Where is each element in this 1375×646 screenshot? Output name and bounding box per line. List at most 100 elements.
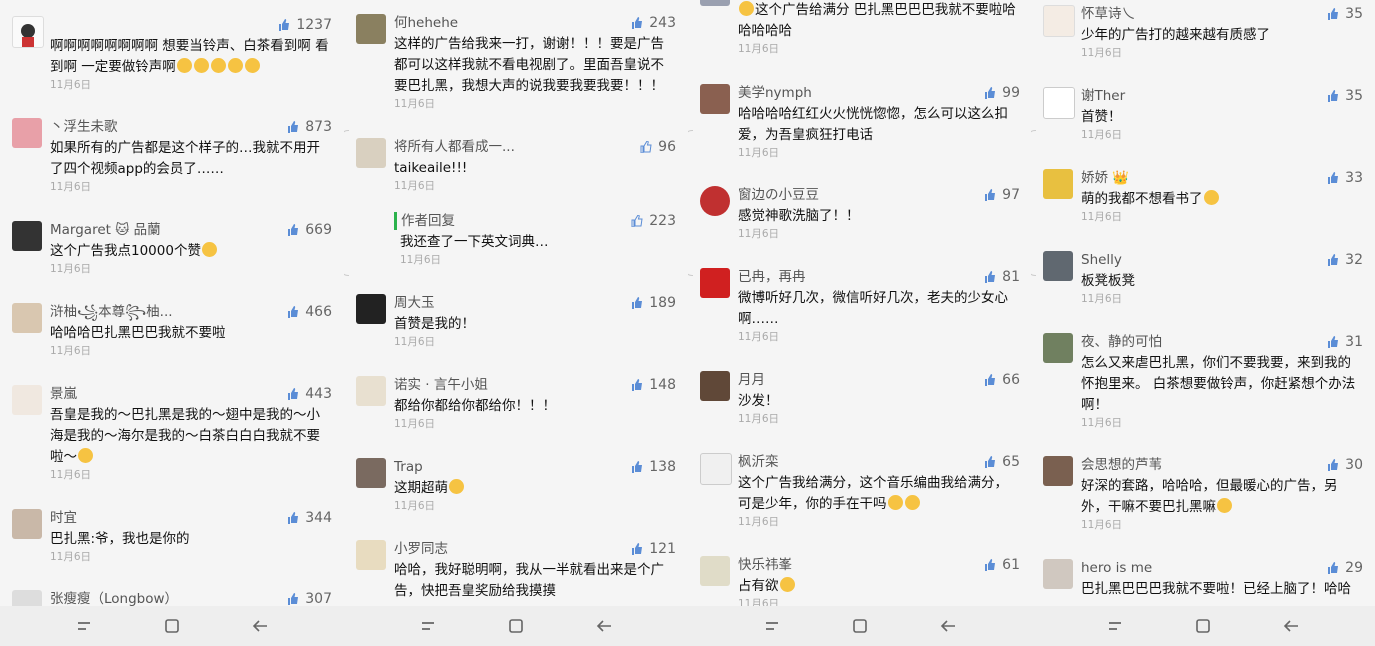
- avatar[interactable]: [356, 14, 386, 44]
- like-count: 99: [1002, 85, 1020, 101]
- avatar[interactable]: [700, 371, 730, 401]
- avatar[interactable]: [1043, 456, 1073, 486]
- like-button[interactable]: 243: [631, 14, 676, 32]
- like-button[interactable]: 81: [984, 268, 1020, 286]
- home-button[interactable]: [161, 615, 183, 637]
- recents-button[interactable]: [417, 615, 439, 637]
- username[interactable]: 小罗同志: [394, 540, 448, 558]
- username[interactable]: 浒柚꧁本尊꧂柚...: [50, 303, 173, 321]
- like-button[interactable]: 66: [984, 371, 1020, 389]
- like-button[interactable]: 223: [631, 212, 676, 230]
- username[interactable]: hero is me: [1081, 559, 1152, 577]
- like-button[interactable]: 189: [631, 294, 676, 312]
- username[interactable]: Trap: [394, 458, 423, 476]
- avatar[interactable]: [12, 385, 42, 415]
- username[interactable]: 枫沂栾: [738, 453, 779, 471]
- avatar[interactable]: [356, 294, 386, 324]
- avatar[interactable]: [700, 0, 730, 6]
- like-button[interactable]: 61: [984, 556, 1020, 574]
- username[interactable]: 张瘦瘦（Longbow）: [50, 590, 178, 606]
- recents-button[interactable]: [73, 615, 95, 637]
- username[interactable]: 丶浮生未歌: [50, 118, 118, 136]
- like-button[interactable]: 31: [1327, 333, 1363, 351]
- like-count: 61: [1002, 557, 1020, 573]
- avatar[interactable]: [356, 376, 386, 406]
- username[interactable]: 月月: [738, 371, 765, 389]
- like-button[interactable]: 148: [631, 376, 676, 394]
- username[interactable]: 谢Ther: [1081, 87, 1125, 105]
- home-button[interactable]: [505, 615, 527, 637]
- avatar[interactable]: [12, 303, 42, 333]
- comment-time: 11月6日: [1081, 129, 1123, 141]
- like-button[interactable]: 466: [287, 303, 332, 321]
- avatar[interactable]: [1043, 559, 1073, 589]
- username[interactable]: Shelly: [1081, 251, 1122, 269]
- like-button[interactable]: 96: [640, 138, 676, 156]
- like-button[interactable]: 99: [984, 84, 1020, 102]
- username[interactable]: 娇娇 👑: [1081, 169, 1129, 187]
- avatar[interactable]: [12, 221, 42, 251]
- like-button[interactable]: 873: [287, 118, 332, 136]
- avatar[interactable]: [700, 556, 730, 586]
- like-button[interactable]: 97: [984, 186, 1020, 204]
- home-button[interactable]: [849, 615, 871, 637]
- like-button[interactable]: 30: [1327, 456, 1363, 474]
- like-button[interactable]: 443: [287, 385, 332, 403]
- username[interactable]: 诺实 · 言午小姐: [394, 376, 488, 394]
- like-button[interactable]: 307: [287, 590, 332, 606]
- username[interactable]: 何hehehe: [394, 14, 458, 32]
- avatar[interactable]: [356, 138, 386, 168]
- avatar[interactable]: [12, 118, 42, 148]
- username[interactable]: 时宜: [50, 509, 77, 527]
- back-button[interactable]: [937, 615, 959, 637]
- thumbs-up-icon: [288, 224, 299, 236]
- back-button[interactable]: [1280, 615, 1302, 637]
- avatar[interactable]: [12, 509, 42, 539]
- avatar[interactable]: [1043, 251, 1073, 281]
- username[interactable]: 美学nymph: [738, 84, 812, 102]
- avatar[interactable]: [12, 16, 44, 48]
- like-button[interactable]: 344: [287, 509, 332, 527]
- username[interactable]: Margaret 🐱 品蘭: [50, 221, 161, 239]
- username[interactable]: 快乐祎峯: [738, 556, 792, 574]
- like-button[interactable]: 121: [631, 540, 676, 558]
- username[interactable]: 周大玉: [394, 294, 435, 312]
- like-button[interactable]: 35: [1327, 87, 1363, 105]
- avatar[interactable]: [700, 453, 732, 485]
- avatar[interactable]: [700, 84, 730, 114]
- avatar[interactable]: [700, 186, 730, 216]
- username[interactable]: 窗边の小豆豆: [738, 186, 819, 204]
- avatar[interactable]: [1043, 169, 1073, 199]
- comment-text: 板凳板凳: [1081, 273, 1135, 289]
- like-button[interactable]: 29: [1327, 559, 1363, 577]
- username[interactable]: 将所有人都看成一...: [394, 138, 515, 156]
- username[interactable]: 已冉，再冉: [738, 268, 806, 286]
- username[interactable]: 会思想的芦苇: [1081, 456, 1162, 474]
- home-button[interactable]: [1192, 615, 1214, 637]
- like-button[interactable]: 138: [631, 458, 676, 476]
- avatar[interactable]: [1043, 5, 1075, 37]
- avatar[interactable]: [700, 268, 730, 298]
- avatar[interactable]: [1043, 333, 1073, 363]
- username[interactable]: 景嵐: [50, 385, 77, 403]
- like-button[interactable]: 33: [1327, 169, 1363, 187]
- recents-button[interactable]: [761, 615, 783, 637]
- username[interactable]: 夜、静的可怕: [1081, 333, 1162, 351]
- back-button[interactable]: [249, 615, 271, 637]
- like-button[interactable]: 669: [287, 221, 332, 239]
- comment-text: 这个广告我点10000个赞: [50, 241, 330, 262]
- avatar[interactable]: [12, 590, 42, 606]
- like-button[interactable]: 1237: [278, 16, 332, 34]
- recents-button[interactable]: [1104, 615, 1126, 637]
- like-count: 466: [305, 304, 332, 320]
- avatar[interactable]: [356, 540, 386, 570]
- username[interactable]: 怀草诗乀: [1081, 5, 1135, 23]
- avatar[interactable]: [1043, 87, 1075, 119]
- like-button[interactable]: 65: [984, 453, 1020, 471]
- back-button[interactable]: [593, 615, 615, 637]
- avatar[interactable]: [356, 458, 386, 488]
- like-button[interactable]: 35: [1327, 5, 1363, 23]
- like-count: 66: [1002, 372, 1020, 388]
- thumbs-up-icon: [288, 388, 299, 400]
- like-button[interactable]: 32: [1327, 251, 1363, 269]
